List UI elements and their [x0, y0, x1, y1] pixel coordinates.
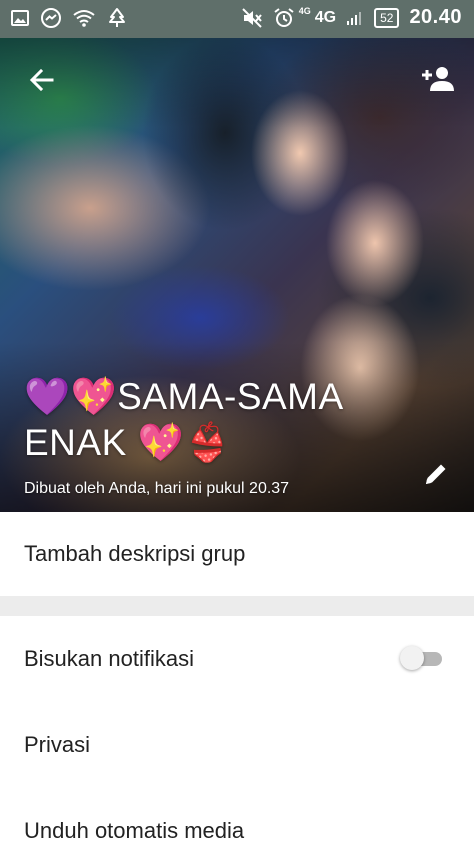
mute-notifications-label: Bisukan notifikasi	[24, 646, 194, 671]
battery-indicator: 52	[374, 7, 400, 28]
privacy-row[interactable]: Privasi	[0, 702, 474, 788]
pencil-icon	[422, 460, 450, 493]
mute-icon	[241, 7, 263, 29]
status-left-icons	[10, 7, 128, 29]
clock: 20.40	[409, 6, 462, 28]
status-bar: 4G 4G 52 20.40	[0, 0, 474, 38]
tree-notification-icon	[106, 7, 128, 29]
back-button[interactable]	[22, 62, 62, 102]
header-top-gradient	[0, 38, 474, 128]
messenger-notification-icon	[40, 7, 62, 29]
group-name: 💜💖SAMA-SAMA ENAK 💖👙	[24, 376, 342, 463]
gallery-notification-icon	[10, 8, 30, 28]
add-description-label: Tambah deskripsi grup	[24, 541, 246, 566]
toggle-thumb	[400, 646, 424, 670]
group-info-screen: 4G 4G 52 20.40 💜💖SAMA-SAMA ENAK 💖👙 Dibua…	[0, 0, 474, 844]
media-auto-download-label: Unduh otomatis media	[24, 818, 245, 843]
add-group-description[interactable]: Tambah deskripsi grup	[0, 512, 474, 596]
arrow-left-icon	[28, 66, 56, 99]
privacy-label: Privasi	[24, 732, 91, 757]
status-right-icons: 4G 4G 52 20.40	[241, 6, 462, 29]
add-person-icon	[421, 64, 455, 97]
add-participant-button[interactable]	[416, 60, 460, 100]
alarm-icon	[273, 7, 295, 29]
wifi-icon	[72, 8, 96, 28]
network-type-label: 4G	[314, 8, 337, 26]
network-type: 4G 4G	[299, 6, 337, 27]
group-created-info: Dibuat oleh Anda, hari ini pukul 20.37	[24, 480, 290, 497]
media-auto-download-row[interactable]: Unduh otomatis media	[0, 788, 474, 844]
mute-notifications-row[interactable]: Bisukan notifikasi	[0, 616, 474, 702]
network-type-small: 4G	[298, 5, 311, 16]
group-photo-header[interactable]: 💜💖SAMA-SAMA ENAK 💖👙 Dibuat oleh Anda, ha…	[0, 38, 474, 512]
mute-notifications-toggle[interactable]	[400, 646, 442, 670]
section-divider	[0, 596, 474, 616]
signal-icon	[346, 10, 364, 26]
edit-group-name-button[interactable]	[416, 456, 456, 496]
